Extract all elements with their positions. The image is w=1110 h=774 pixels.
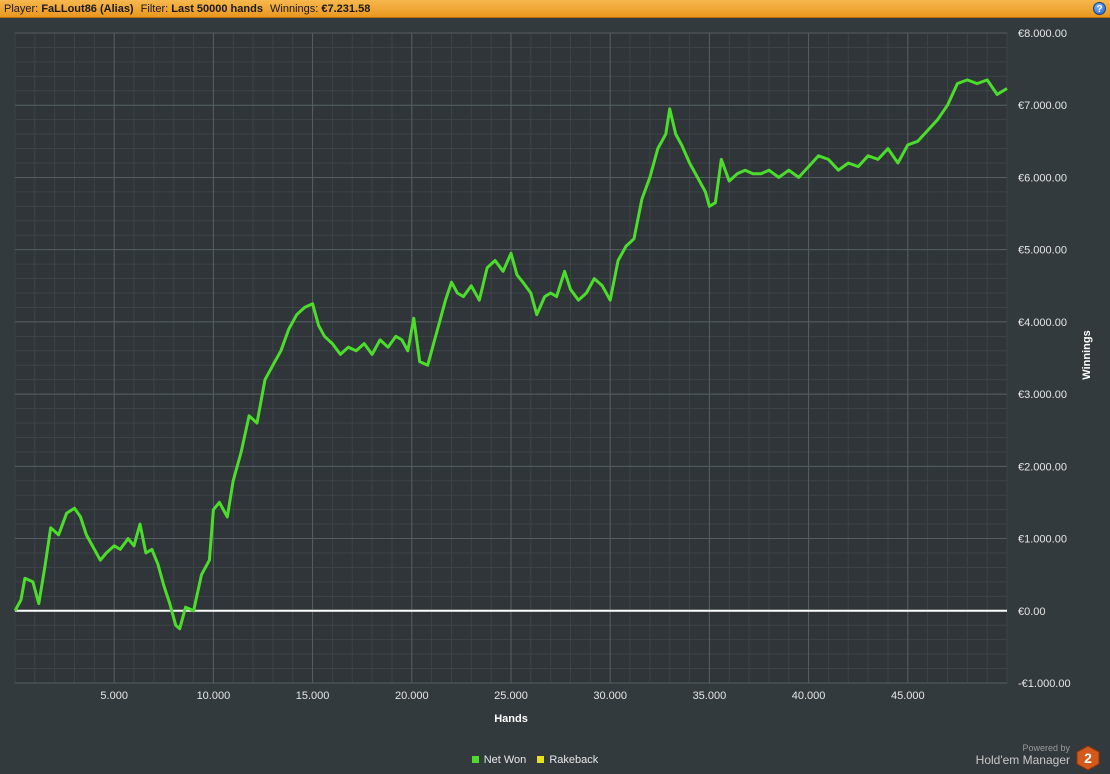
x-tick-label: 5.000 [100, 690, 128, 702]
legend-item-net-won[interactable]: Net Won [471, 754, 527, 766]
x-tick-labels: 5.000 10.000 15.000 20.000 25.000 30.000 35.00… [100, 690, 924, 702]
powered-by-text: Powered by [1022, 743, 1070, 753]
brand-name: Hold'em Manager [975, 753, 1070, 767]
x-tick-label: 30.000 [593, 690, 627, 702]
y-tick-label: €3.000.00 [1018, 389, 1067, 401]
winnings-chart: 5.000 10.000 15.000 20.000 25.000 30.000 35.00… [13, 28, 1093, 725]
x-tick-label: 15.000 [296, 690, 330, 702]
legend-item-rakeback[interactable]: Rakeback [537, 754, 598, 766]
y-tick-label: €0.00 [1018, 606, 1046, 618]
x-tick-label: 20.000 [395, 690, 429, 702]
x-tick-label: 35.000 [693, 690, 727, 702]
y-tick-label: €4.000.00 [1018, 317, 1067, 329]
y-tick-label: €7.000.00 [1018, 100, 1067, 112]
legend-label-net-won: Net Won [483, 754, 527, 766]
y-tick-label: €1.000.00 [1018, 534, 1067, 546]
legend-label-rakeback: Rakeback [549, 754, 599, 766]
x-axis-label: Hands [494, 713, 528, 725]
y-axis-label: Winnings [1081, 330, 1093, 379]
legend: Net Won Rakeback [0, 754, 1070, 766]
hem2-logo-icon: 2 [1076, 745, 1100, 771]
x-tick-label: 40.000 [792, 690, 826, 702]
x-tick-label: 45.000 [891, 690, 925, 702]
y-tick-label: €2.000.00 [1018, 461, 1067, 473]
y-tick-label: -€1.000.00 [1018, 678, 1071, 690]
rakeback-swatch [537, 755, 545, 763]
y-tick-label: €6.000.00 [1018, 172, 1067, 184]
y-tick-label: €8.000.00 [1018, 28, 1067, 40]
brand-number: 2 [1084, 750, 1092, 766]
y-tick-label: €5.000.00 [1018, 245, 1067, 257]
y-tick-labels: -€1.000.00 €0.00 €1.000.00 €2.000.00 €3.000.… [1018, 28, 1071, 690]
x-tick-label: 10.000 [197, 690, 231, 702]
net-won-swatch [471, 755, 479, 763]
x-tick-label: 25.000 [494, 690, 528, 702]
